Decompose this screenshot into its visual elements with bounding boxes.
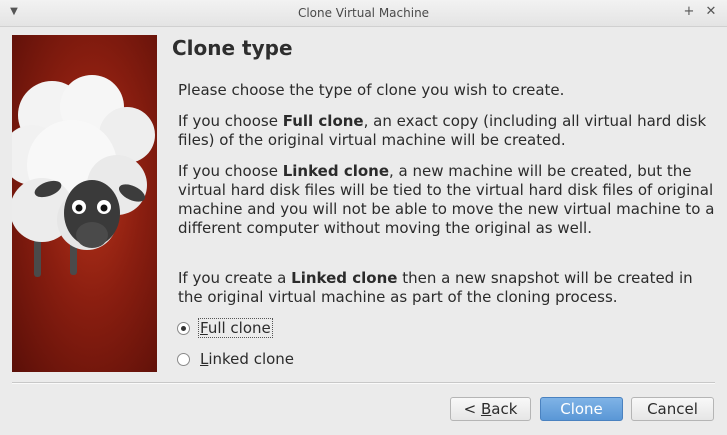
cancel-button[interactable]: Cancel	[631, 397, 714, 421]
plus-icon[interactable]: +	[681, 4, 697, 20]
linked-clone-option[interactable]: Linked clone	[177, 349, 295, 369]
divider	[12, 382, 715, 384]
linked-clone-radio[interactable]	[177, 352, 190, 366]
clone-vm-dialog: ▼ Clone Virtual Machine + ✕ Clone type P…	[0, 0, 727, 435]
title-bar[interactable]: ▼ Clone Virtual Machine + ✕	[0, 0, 727, 27]
sheep-banner-image	[12, 35, 157, 372]
linked-clone-label[interactable]: Linked clone	[199, 350, 295, 368]
sheep-illustration	[12, 75, 155, 277]
full-clone-option[interactable]: Full clone	[177, 318, 273, 338]
full-clone-description: If you choose Full clone, an exact copy …	[178, 112, 707, 149]
window-title: Clone Virtual Machine	[297, 6, 430, 20]
clone-button[interactable]: Clone	[540, 397, 623, 421]
full-clone-label[interactable]: Full clone	[198, 318, 273, 338]
page-title: Clone type	[172, 36, 293, 60]
linked-clone-description: If you choose Linked clone, a new machin…	[178, 162, 715, 237]
intro-text: Please choose the type of clone you wish…	[178, 81, 565, 99]
snapshot-description: If you create a Linked clone then a new …	[178, 269, 693, 306]
close-icon[interactable]: ✕	[703, 4, 719, 20]
back-button[interactable]: < Back	[450, 397, 531, 421]
full-clone-radio[interactable]	[177, 321, 190, 335]
